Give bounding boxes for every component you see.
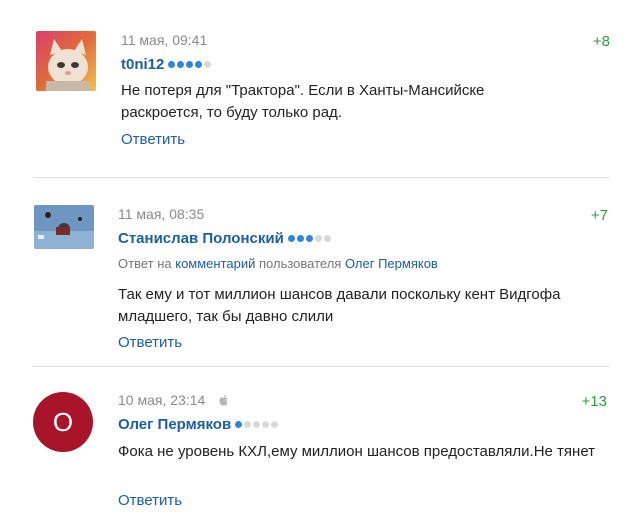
cat-avatar-image: [36, 31, 96, 91]
comment-score[interactable]: +13: [547, 393, 607, 410]
divider: [32, 366, 610, 367]
avatar[interactable]: [36, 31, 96, 91]
reply-button[interactable]: Ответить: [118, 334, 182, 351]
comment-time: 11 мая, 09:41: [121, 32, 208, 48]
avatar-letter: О: [52, 406, 74, 437]
rating-dot: [314, 235, 322, 242]
author-name[interactable]: t0ni12: [121, 56, 164, 73]
comment-text: Фока не уровень КХЛ,ему миллион шансов п…: [118, 443, 596, 460]
author-row: Станислав Полонский: [118, 230, 331, 247]
reply-button[interactable]: Ответить: [121, 131, 185, 148]
reply-middle: пользователя: [259, 256, 342, 271]
rating-dot: [195, 61, 203, 68]
rating-dot: [177, 61, 185, 68]
rating-dot: [287, 235, 295, 242]
comment-time: 10 мая, 23:14: [118, 392, 206, 408]
comment-score[interactable]: +7: [548, 207, 608, 224]
rating-dot: [244, 421, 252, 428]
rating-dot: [235, 421, 243, 428]
comment-score[interactable]: +8: [550, 33, 610, 50]
rating-dot: [323, 235, 331, 242]
rating-dot: [204, 61, 212, 68]
author-row: t0ni12: [121, 56, 212, 73]
rating-dot: [186, 61, 194, 68]
avatar[interactable]: О: [33, 392, 93, 452]
rating-dot: [296, 235, 304, 242]
author-row: Олег Пермяков: [118, 416, 279, 433]
apple-icon: [219, 394, 228, 406]
reply-reference: Ответ на комментарий пользователя Олег П…: [118, 256, 438, 271]
user-rating: [235, 421, 279, 428]
reply-user-link[interactable]: Олег Пермяков: [345, 256, 438, 271]
comment-text: Так ему и тот миллион шансов давали поск…: [118, 286, 561, 325]
rating-dot: [305, 235, 313, 242]
reply-prefix: Ответ на: [118, 256, 172, 271]
author-name[interactable]: Станислав Полонский: [118, 230, 284, 247]
comment-text: Не потеря для "Трактора". Если в Ханты-М…: [121, 82, 485, 121]
reply-comment-link[interactable]: комментарий: [175, 256, 255, 271]
author-name[interactable]: Олег Пермяков: [118, 416, 231, 433]
rating-dot: [262, 421, 270, 428]
photo-avatar-image: [34, 205, 94, 249]
comment-time: 11 мая, 08:35: [118, 206, 205, 222]
reply-button[interactable]: Ответить: [118, 492, 182, 509]
avatar[interactable]: [34, 205, 94, 249]
user-rating: [287, 235, 331, 242]
rating-dot: [253, 421, 261, 428]
rating-dot: [271, 421, 279, 428]
divider: [34, 177, 610, 178]
rating-dot: [168, 61, 176, 68]
user-rating: [168, 61, 212, 68]
comment-time-row: 10 мая, 23:14: [118, 392, 229, 408]
